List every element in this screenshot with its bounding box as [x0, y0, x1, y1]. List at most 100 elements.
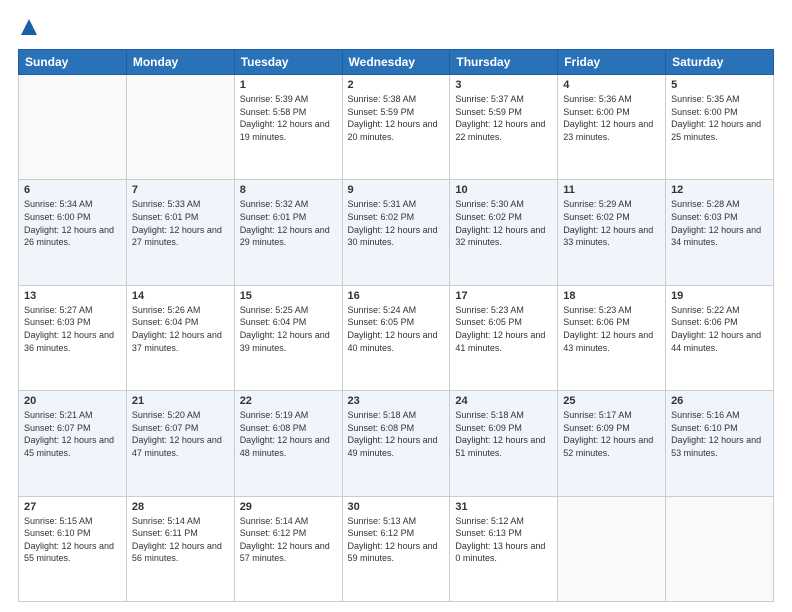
day-number: 18: [563, 290, 660, 302]
calendar-cell: 4 Sunrise: 5:36 AMSunset: 6:00 PMDaylight…: [558, 75, 666, 180]
day-number: 17: [455, 290, 552, 302]
cell-info: Sunrise: 5:29 AMSunset: 6:02 PMDaylight:…: [563, 198, 660, 248]
calendar-cell: 14 Sunrise: 5:26 AMSunset: 6:04 PMDayligh…: [126, 285, 234, 390]
calendar-cell: 22 Sunrise: 5:19 AMSunset: 6:08 PMDayligh…: [234, 391, 342, 496]
day-number: 1: [240, 79, 337, 91]
calendar-cell: 27 Sunrise: 5:15 AMSunset: 6:10 PMDayligh…: [19, 496, 127, 601]
cell-info: Sunrise: 5:27 AMSunset: 6:03 PMDaylight:…: [24, 304, 121, 354]
calendar-cell: [19, 75, 127, 180]
day-number: 11: [563, 184, 660, 196]
cell-info: Sunrise: 5:23 AMSunset: 6:06 PMDaylight:…: [563, 304, 660, 354]
calendar-cell: 30 Sunrise: 5:13 AMSunset: 6:12 PMDayligh…: [342, 496, 450, 601]
cell-info: Sunrise: 5:25 AMSunset: 6:04 PMDaylight:…: [240, 304, 337, 354]
page: SundayMondayTuesdayWednesdayThursdayFrid…: [0, 0, 792, 612]
cell-info: Sunrise: 5:35 AMSunset: 6:00 PMDaylight:…: [671, 93, 768, 143]
cell-info: Sunrise: 5:14 AMSunset: 6:12 PMDaylight:…: [240, 515, 337, 565]
cell-info: Sunrise: 5:31 AMSunset: 6:02 PMDaylight:…: [348, 198, 445, 248]
day-header-sunday: Sunday: [19, 50, 127, 75]
calendar-cell: 1 Sunrise: 5:39 AMSunset: 5:58 PMDaylight…: [234, 75, 342, 180]
calendar-cell: 9Sunrise: 5:31 AMSunset: 6:02 PMDaylight…: [342, 180, 450, 285]
cell-info: Sunrise: 5:15 AMSunset: 6:10 PMDaylight:…: [24, 515, 121, 565]
cell-info: Sunrise: 5:12 AMSunset: 6:13 PMDaylight:…: [455, 515, 552, 565]
calendar-cell: 16Sunrise: 5:24 AMSunset: 6:05 PMDayligh…: [342, 285, 450, 390]
day-header-tuesday: Tuesday: [234, 50, 342, 75]
day-header-saturday: Saturday: [666, 50, 774, 75]
week-row-4: 27 Sunrise: 5:15 AMSunset: 6:10 PMDayligh…: [19, 496, 774, 601]
calendar-cell: 8 Sunrise: 5:32 AMSunset: 6:01 PMDaylight…: [234, 180, 342, 285]
day-header-monday: Monday: [126, 50, 234, 75]
calendar-cell: 23 Sunrise: 5:18 AMSunset: 6:08 PMDayligh…: [342, 391, 450, 496]
cell-info: Sunrise: 5:18 AMSunset: 6:09 PMDaylight:…: [455, 409, 552, 459]
calendar-cell: 17 Sunrise: 5:23 AMSunset: 6:05 PMDayligh…: [450, 285, 558, 390]
calendar-cell: 25 Sunrise: 5:17 AMSunset: 6:09 PMDayligh…: [558, 391, 666, 496]
cell-info: Sunrise: 5:17 AMSunset: 6:09 PMDaylight:…: [563, 409, 660, 459]
day-number: 31: [455, 501, 552, 513]
cell-info: Sunrise: 5:26 AMSunset: 6:04 PMDaylight:…: [132, 304, 229, 354]
day-number: 29: [240, 501, 337, 513]
cell-info: Sunrise: 5:18 AMSunset: 6:08 PMDaylight:…: [348, 409, 445, 459]
cell-info: Sunrise: 5:19 AMSunset: 6:08 PMDaylight:…: [240, 409, 337, 459]
day-header-friday: Friday: [558, 50, 666, 75]
day-number: 30: [348, 501, 445, 513]
calendar-cell: [666, 496, 774, 601]
day-number: 8: [240, 184, 337, 196]
calendar-cell: 24 Sunrise: 5:18 AMSunset: 6:09 PMDayligh…: [450, 391, 558, 496]
day-number: 19: [671, 290, 768, 302]
calendar-cell: 13 Sunrise: 5:27 AMSunset: 6:03 PMDayligh…: [19, 285, 127, 390]
day-number: 4: [563, 79, 660, 91]
day-number: 25: [563, 395, 660, 407]
cell-info: Sunrise: 5:36 AMSunset: 6:00 PMDaylight:…: [563, 93, 660, 143]
cell-info: Sunrise: 5:37 AMSunset: 5:59 PMDaylight:…: [455, 93, 552, 143]
cell-info: Sunrise: 5:39 AMSunset: 5:58 PMDaylight:…: [240, 93, 337, 143]
day-number: 6: [24, 184, 121, 196]
day-number: 3: [455, 79, 552, 91]
cell-info: Sunrise: 5:38 AMSunset: 5:59 PMDaylight:…: [348, 93, 445, 143]
calendar-cell: 21 Sunrise: 5:20 AMSunset: 6:07 PMDayligh…: [126, 391, 234, 496]
day-number: 5: [671, 79, 768, 91]
day-number: 28: [132, 501, 229, 513]
week-row-2: 13 Sunrise: 5:27 AMSunset: 6:03 PMDayligh…: [19, 285, 774, 390]
calendar-cell: 3 Sunrise: 5:37 AMSunset: 5:59 PMDaylight…: [450, 75, 558, 180]
day-number: 23: [348, 395, 445, 407]
day-number: 7: [132, 184, 229, 196]
calendar-cell: 6 Sunrise: 5:34 AMSunset: 6:00 PMDaylight…: [19, 180, 127, 285]
cell-info: Sunrise: 5:23 AMSunset: 6:05 PMDaylight:…: [455, 304, 552, 354]
logo-blue-icon: [20, 18, 38, 41]
calendar-cell: [126, 75, 234, 180]
cell-info: Sunrise: 5:28 AMSunset: 6:03 PMDaylight:…: [671, 198, 768, 248]
day-number: 21: [132, 395, 229, 407]
cell-info: Sunrise: 5:20 AMSunset: 6:07 PMDaylight:…: [132, 409, 229, 459]
cell-info: Sunrise: 5:32 AMSunset: 6:01 PMDaylight:…: [240, 198, 337, 248]
calendar-cell: [558, 496, 666, 601]
cell-info: Sunrise: 5:13 AMSunset: 6:12 PMDaylight:…: [348, 515, 445, 565]
day-number: 22: [240, 395, 337, 407]
week-row-0: 1 Sunrise: 5:39 AMSunset: 5:58 PMDaylight…: [19, 75, 774, 180]
cell-info: Sunrise: 5:30 AMSunset: 6:02 PMDaylight:…: [455, 198, 552, 248]
day-number: 27: [24, 501, 121, 513]
cell-info: Sunrise: 5:34 AMSunset: 6:00 PMDaylight:…: [24, 198, 121, 248]
week-row-3: 20Sunrise: 5:21 AMSunset: 6:07 PMDayligh…: [19, 391, 774, 496]
day-header-thursday: Thursday: [450, 50, 558, 75]
day-number: 2: [348, 79, 445, 91]
cell-info: Sunrise: 5:33 AMSunset: 6:01 PMDaylight:…: [132, 198, 229, 248]
calendar-cell: 5 Sunrise: 5:35 AMSunset: 6:00 PMDaylight…: [666, 75, 774, 180]
cell-info: Sunrise: 5:22 AMSunset: 6:06 PMDaylight:…: [671, 304, 768, 354]
calendar-cell: 15Sunrise: 5:25 AMSunset: 6:04 PMDayligh…: [234, 285, 342, 390]
day-number: 13: [24, 290, 121, 302]
calendar-cell: 26Sunrise: 5:16 AMSunset: 6:10 PMDayligh…: [666, 391, 774, 496]
calendar-cell: 18 Sunrise: 5:23 AMSunset: 6:06 PMDayligh…: [558, 285, 666, 390]
header: [18, 18, 774, 39]
week-row-1: 6 Sunrise: 5:34 AMSunset: 6:00 PMDaylight…: [19, 180, 774, 285]
day-number: 10: [455, 184, 552, 196]
day-header-wednesday: Wednesday: [342, 50, 450, 75]
cell-info: Sunrise: 5:24 AMSunset: 6:05 PMDaylight:…: [348, 304, 445, 354]
calendar-cell: 31 Sunrise: 5:12 AMSunset: 6:13 PMDayligh…: [450, 496, 558, 601]
day-number: 12: [671, 184, 768, 196]
day-number: 24: [455, 395, 552, 407]
day-number: 20: [24, 395, 121, 407]
calendar-header-row: SundayMondayTuesdayWednesdayThursdayFrid…: [19, 50, 774, 75]
calendar-cell: 11 Sunrise: 5:29 AMSunset: 6:02 PMDayligh…: [558, 180, 666, 285]
day-number: 14: [132, 290, 229, 302]
calendar-cell: 28Sunrise: 5:14 AMSunset: 6:11 PMDayligh…: [126, 496, 234, 601]
calendar-cell: 29 Sunrise: 5:14 AMSunset: 6:12 PMDayligh…: [234, 496, 342, 601]
